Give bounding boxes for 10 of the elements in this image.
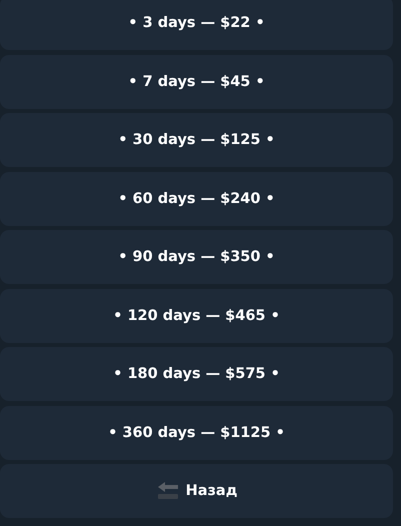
plan-button[interactable]: • 90 days — $350 • [0, 230, 393, 284]
plan-button[interactable]: • 30 days — $125 • [0, 113, 393, 167]
plan-button[interactable]: • 120 days — $465 • [0, 288, 393, 342]
back-button[interactable]: Назад [0, 464, 393, 518]
plan-button[interactable]: • 3 days — $22 • [0, 0, 393, 50]
back-arrow-icon [156, 481, 180, 501]
plan-button[interactable]: • 360 days — $1125 • [0, 406, 393, 460]
plan-button[interactable]: • 60 days — $240 • [0, 172, 393, 226]
plan-button[interactable]: • 7 days — $45 • [0, 54, 393, 108]
plan-button[interactable]: • 180 days — $575 • [0, 347, 393, 401]
